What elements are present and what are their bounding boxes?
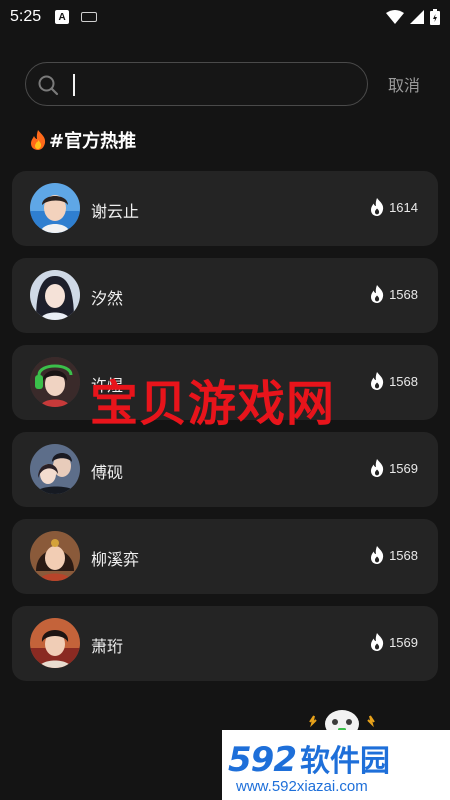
list-item[interactable]: 柳溪弈 1568 xyxy=(12,519,438,594)
flame-icon xyxy=(371,633,384,651)
search-box[interactable] xyxy=(25,62,368,106)
heat-count: 1569 xyxy=(369,459,418,477)
list-item[interactable]: 萧珩 1569 xyxy=(12,606,438,681)
flame-icon xyxy=(371,285,384,303)
heat-value: 1568 xyxy=(389,286,418,302)
avatar xyxy=(30,357,80,407)
heat-value: 1614 xyxy=(389,199,418,215)
character-name: 柳溪弈 xyxy=(91,550,140,569)
status-indicators xyxy=(386,9,440,25)
list-item[interactable]: 傅砚 1569 xyxy=(12,432,438,507)
keyboard-icon xyxy=(81,12,98,22)
wifi-icon xyxy=(386,10,404,24)
logo-url: www.592xiazai.com xyxy=(236,777,368,795)
flame-icon xyxy=(371,459,384,477)
logo-main: 592 软件园 xyxy=(228,736,450,780)
search-icon xyxy=(38,75,59,96)
heat-count: 1568 xyxy=(369,546,418,564)
search-row: 取消 xyxy=(25,62,435,108)
site-logo: 592 软件园 www.592xiazai.com xyxy=(222,730,450,800)
logo-name: 软件园 xyxy=(299,743,390,779)
status-bar: 5:25 A xyxy=(0,0,450,34)
heat-value: 1568 xyxy=(389,373,418,389)
notification-a-icon: A xyxy=(55,10,70,24)
avatar xyxy=(30,183,80,233)
logo-number: 592 xyxy=(228,739,297,780)
flame-icon xyxy=(371,546,384,564)
avatar xyxy=(30,270,80,320)
fire-icon xyxy=(31,130,46,150)
heat-count: 1614 xyxy=(369,198,418,216)
heat-value: 1569 xyxy=(389,460,418,476)
flame-icon xyxy=(371,372,384,390)
heat-count: 1569 xyxy=(369,633,418,651)
section-title-text: #官方热推 xyxy=(49,131,137,152)
search-input[interactable] xyxy=(78,69,358,101)
avatar xyxy=(30,531,80,581)
status-time: 5:25 xyxy=(10,8,42,25)
avatar xyxy=(30,444,80,494)
list-item[interactable]: 谢云止 1614 xyxy=(12,171,438,246)
section-title: #官方热推 xyxy=(29,126,136,154)
heat-value: 1568 xyxy=(389,547,418,563)
flame-icon xyxy=(371,198,384,216)
text-cursor xyxy=(73,74,75,96)
battery-icon xyxy=(430,9,440,25)
character-name: 汐然 xyxy=(91,289,124,308)
heat-value: 1569 xyxy=(389,634,418,650)
character-name: 许煜 xyxy=(91,376,124,395)
heat-count: 1568 xyxy=(369,285,418,303)
cancel-button[interactable]: 取消 xyxy=(388,72,420,96)
character-name: 傅砚 xyxy=(91,463,124,482)
character-list: 谢云止 1614 汐然 1568 许煜 1568 傅砚 1569 柳溪弈 156… xyxy=(12,171,438,693)
heat-count: 1568 xyxy=(369,372,418,390)
list-item[interactable]: 许煜 1568 xyxy=(12,345,438,420)
signal-icon xyxy=(410,10,424,24)
avatar xyxy=(30,618,80,668)
character-name: 谢云止 xyxy=(91,202,140,221)
character-name: 萧珩 xyxy=(91,637,124,656)
list-item[interactable]: 汐然 1568 xyxy=(12,258,438,333)
